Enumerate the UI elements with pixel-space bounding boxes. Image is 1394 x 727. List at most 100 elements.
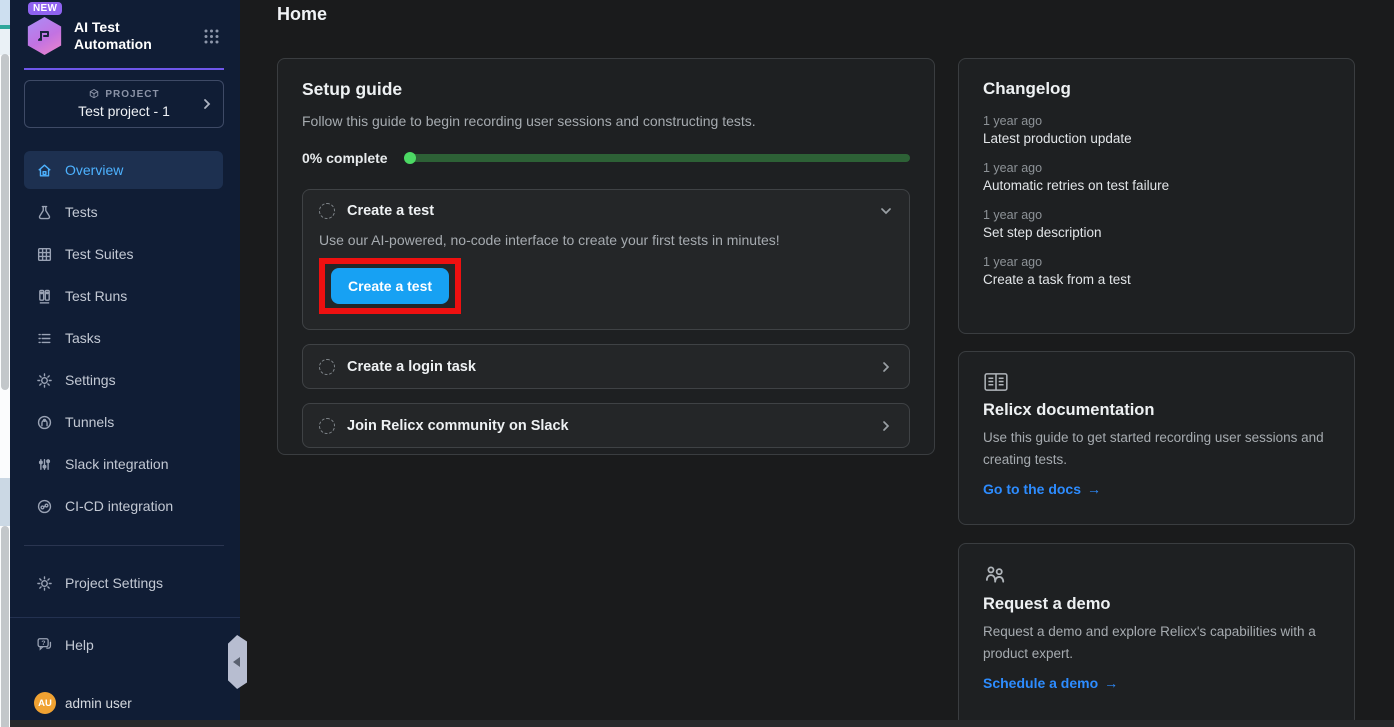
brand-divider [24,68,224,70]
apps-grid-icon[interactable] [203,28,220,45]
tunnel-icon [36,414,53,431]
incomplete-step-icon [319,359,335,375]
progress-indicator-dot [404,152,416,164]
window-bottom-edge [10,720,1394,727]
changelog-entry: 1 year ago Set step description [983,208,1330,240]
flask-icon [36,204,53,221]
setup-step-join-slack[interactable]: Join Relicx community on Slack [302,403,910,448]
new-badge: NEW [28,2,62,15]
home-icon [36,162,53,179]
project-selector[interactable]: PROJECT Test project - 1 [24,80,224,128]
project-name: Test project - 1 [35,103,213,119]
user-name: admin user [65,696,132,711]
arrow-right-icon: → [1087,481,1101,497]
sidebar-item-tasks[interactable]: Tasks [24,319,223,357]
schedule-demo-link[interactable]: Schedule a demo → [983,675,1118,691]
step-title: Create a test [347,203,434,219]
strip-segment [0,0,10,25]
annotation-highlight-box: Create a test [319,258,461,314]
page-title: Home [277,4,327,25]
cicd-icon [36,498,53,515]
sidebar-item-project-settings[interactable]: Project Settings [24,564,223,602]
changelog-text: Automatic retries on test failure [983,178,1330,193]
changelog-time: 1 year ago [983,255,1330,269]
sidebar-footer: ? Help AU admin user [10,617,240,720]
sidebar-item-tests[interactable]: Tests [24,193,223,231]
user-menu[interactable]: AU admin user [34,692,132,714]
arrow-right-icon: → [1104,675,1118,691]
sidebar-item-slack-integration[interactable]: Slack integration [24,445,223,483]
sidebar-item-test-suites[interactable]: Test Suites [24,235,223,273]
changelog-title: Changelog [983,79,1330,99]
avatar: AU [34,692,56,714]
list-icon [36,330,53,347]
step-description: Use our AI-powered, no-code interface to… [319,232,893,248]
demo-description: Request a demo and explore Relicx's capa… [983,621,1330,664]
changelog-time: 1 year ago [983,161,1330,175]
strip-segment [0,478,10,526]
documentation-description: Use this guide to get started recording … [983,427,1330,470]
changelog-text: Set step description [983,225,1330,240]
chevron-right-icon [201,98,213,110]
strip-segment [0,390,10,478]
setup-guide-description: Follow this guide to begin recording use… [302,113,910,129]
collapse-arrow-icon [233,657,240,667]
sidebar-item-tunnels[interactable]: Tunnels [24,403,223,441]
changelog-entry: 1 year ago Create a task from a test [983,255,1330,287]
app-title: AI Test Automation [74,19,152,54]
chevron-down-icon[interactable] [879,204,893,218]
step-title: Create a login task [347,359,476,375]
go-to-docs-link[interactable]: Go to the docs → [983,481,1101,497]
changelog-entry: 1 year ago Automatic retries on test fai… [983,161,1330,193]
gear-icon [36,372,53,389]
setup-guide-card: Setup guide Follow this guide to begin r… [277,58,935,455]
progress-bar [405,154,910,162]
sidebar-divider [24,545,224,546]
changelog-card: Changelog 1 year ago Latest production u… [958,58,1355,334]
sidebar: NEW AI Test Automation PROJECT Test [10,0,240,727]
project-label: PROJECT [35,88,213,100]
create-test-button[interactable]: Create a test [331,268,449,304]
progress-label: 0% complete [302,150,388,166]
documentation-card: Relicx documentation Use this guide to g… [958,351,1355,525]
gear-icon [36,575,53,592]
request-demo-card: Request a demo Request a demo and explor… [958,543,1355,727]
help-icon: ? [36,636,53,653]
step-title: Join Relicx community on Slack [347,418,569,434]
sidebar-item-test-runs[interactable]: Test Runs [24,277,223,315]
demo-title: Request a demo [983,595,1330,614]
help-button[interactable]: ? Help [10,636,240,653]
sidebar-item-overview[interactable]: Overview [24,151,223,189]
chevron-right-icon[interactable] [879,360,893,374]
setup-step-create-test[interactable]: Create a test Use our AI-powered, no-cod… [302,189,910,330]
sidebar-collapse-handle[interactable] [228,635,247,689]
sidebar-nav: Overview Tests Test Suites Test Runs [10,151,240,602]
svg-text:?: ? [41,640,45,647]
grid-icon [36,246,53,263]
step-header[interactable]: Create a test [319,203,893,219]
changelog-text: Latest production update [983,131,1330,146]
people-icon [983,563,1007,587]
documentation-title: Relicx documentation [983,401,1330,420]
slack-icon [36,456,53,473]
cube-icon [88,88,100,100]
changelog-text: Create a task from a test [983,272,1330,287]
changelog-time: 1 year ago [983,114,1330,128]
sidebar-item-cicd-integration[interactable]: CI-CD integration [24,487,223,525]
sidebar-item-settings[interactable]: Settings [24,361,223,399]
chevron-right-icon[interactable] [879,419,893,433]
book-icon [983,371,1009,393]
changelog-time: 1 year ago [983,208,1330,222]
setup-guide-title: Setup guide [302,79,910,100]
scrollbar-thumb[interactable] [1,54,9,390]
scrollbar-thumb[interactable] [1,526,9,727]
background-page-strip [0,0,10,727]
columns-icon [36,288,53,305]
changelog-entry: 1 year ago Latest production update [983,114,1330,146]
incomplete-step-icon [319,203,335,219]
strip-segment [0,29,10,55]
setup-step-create-login-task[interactable]: Create a login task [302,344,910,389]
app-logo-icon[interactable] [26,17,63,55]
progress-row: 0% complete [302,150,910,166]
incomplete-step-icon [319,418,335,434]
